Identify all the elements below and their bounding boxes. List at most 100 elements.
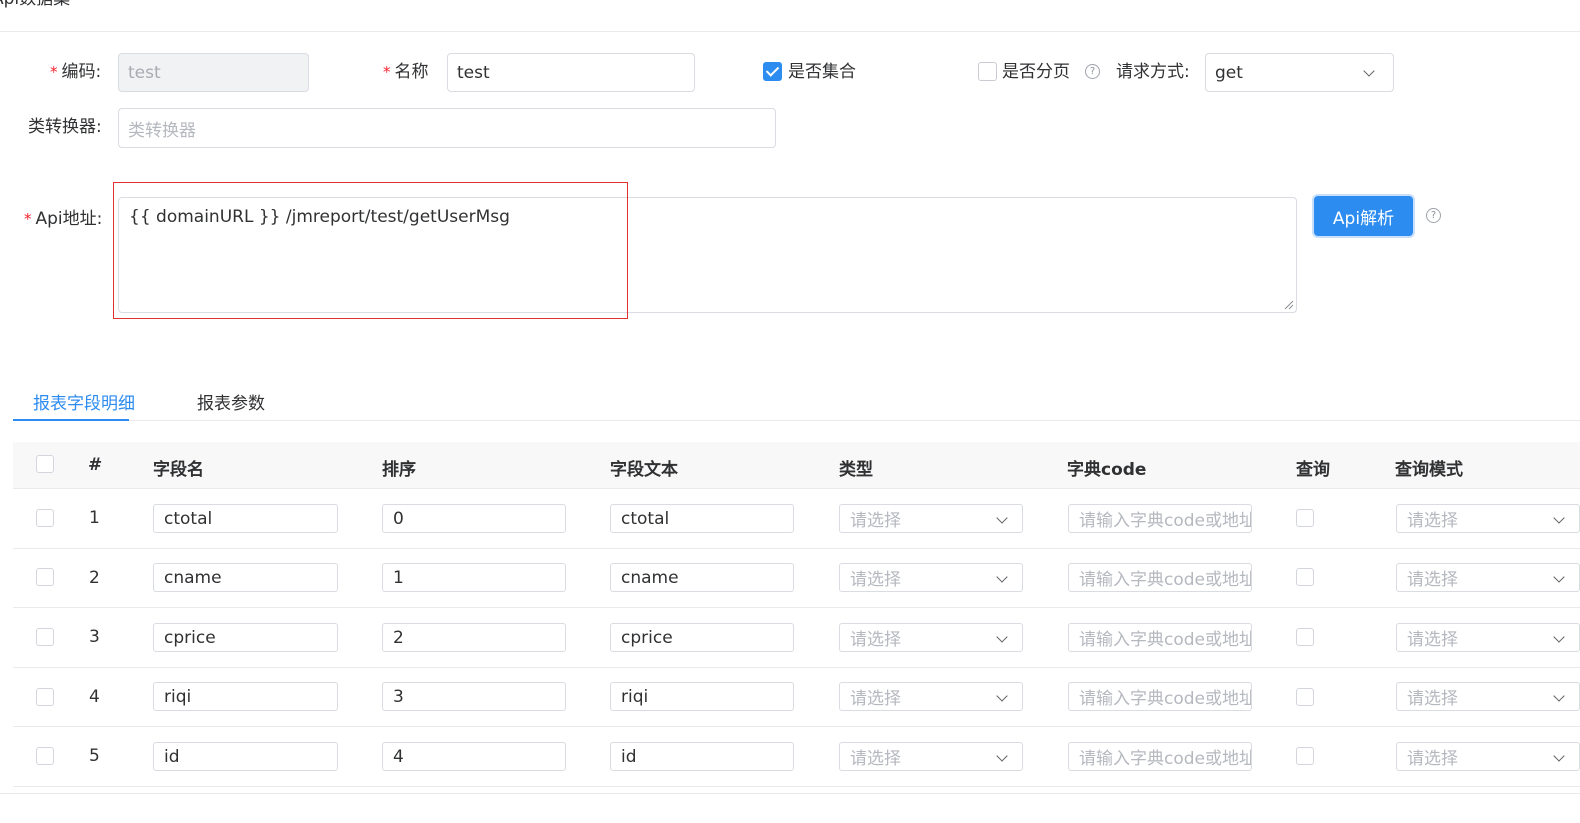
request-method-label: 请求方式: [1116, 62, 1190, 82]
query-mode-select[interactable]: 请选择 [1396, 742, 1580, 771]
help-icon[interactable]: ? [1426, 208, 1441, 223]
row-divider [13, 607, 1580, 608]
column-header: 类型 [839, 460, 873, 480]
column-header: 字典code [1067, 460, 1147, 480]
order-input[interactable]: 3 [382, 682, 566, 711]
query-mode-select[interactable]: 请选择 [1396, 682, 1580, 711]
chevron-down-icon [996, 750, 1008, 762]
converter-input[interactable]: 类转换器 [118, 108, 776, 148]
dict-code-input[interactable]: 请输入字典code或地址 [1068, 682, 1252, 711]
column-header: 查询模式 [1395, 460, 1463, 480]
chevron-down-icon [996, 631, 1008, 643]
name-input[interactable]: test [447, 53, 695, 92]
dict-code-input[interactable]: 请输入字典code或地址 [1068, 563, 1252, 592]
chevron-down-icon [1553, 750, 1565, 762]
query-checkbox[interactable] [1296, 747, 1314, 765]
field-name-input[interactable]: cname [153, 563, 338, 592]
type-select[interactable]: 请选择 [839, 742, 1023, 771]
required-mark: * [50, 63, 58, 81]
request-method-select[interactable]: get [1205, 53, 1394, 92]
column-header: 字段文本 [610, 460, 678, 480]
chevron-down-icon [996, 512, 1008, 524]
converter-label: 类转换器: [28, 117, 102, 137]
row-checkbox[interactable] [36, 628, 54, 646]
row-checkbox[interactable] [36, 688, 54, 706]
query-mode-select[interactable]: 请选择 [1396, 504, 1580, 533]
name-label: * 名称 [383, 62, 429, 82]
column-header: 查询 [1296, 460, 1330, 480]
table-bottom-divider [0, 793, 1580, 794]
field-name-input[interactable]: cprice [153, 623, 338, 652]
column-header: 字段名 [153, 460, 204, 480]
type-select[interactable]: 请选择 [839, 623, 1023, 652]
required-mark: * [24, 210, 32, 228]
code-input[interactable]: test [118, 53, 309, 92]
field-text-input[interactable]: ctotal [610, 504, 794, 533]
resize-handle-icon[interactable] [1284, 300, 1294, 310]
query-mode-select[interactable]: 请选择 [1396, 623, 1580, 652]
help-icon[interactable]: ? [1085, 64, 1100, 79]
query-checkbox[interactable] [1296, 688, 1314, 706]
row-divider [13, 786, 1580, 787]
dict-code-input[interactable]: 请输入字典code或地址 [1068, 742, 1252, 771]
is-collection-checkbox[interactable] [763, 62, 782, 81]
field-text-input[interactable]: cname [610, 563, 794, 592]
select-all-checkbox[interactable] [36, 455, 54, 473]
row-number: 1 [89, 508, 100, 528]
row-checkbox[interactable] [36, 747, 54, 765]
highlight-box [113, 182, 628, 319]
row-checkbox[interactable] [36, 509, 54, 527]
page-title: Api数据集 [0, 0, 70, 9]
field-text-input[interactable]: riqi [610, 682, 794, 711]
tabs-divider [13, 420, 1580, 421]
chevron-down-icon [1553, 690, 1565, 702]
row-number: 3 [89, 627, 100, 647]
tab-field-details[interactable]: 报表字段明细 [33, 389, 135, 414]
dict-code-input[interactable]: 请输入字典code或地址 [1068, 504, 1252, 533]
chevron-down-icon [1553, 512, 1565, 524]
order-input[interactable]: 1 [382, 563, 566, 592]
code-label: * 编码: [50, 62, 102, 82]
request-method-value: get [1215, 62, 1243, 83]
field-text-input[interactable]: cprice [610, 623, 794, 652]
field-name-input[interactable]: id [153, 742, 338, 771]
type-select[interactable]: 请选择 [839, 563, 1023, 592]
row-divider [13, 667, 1580, 668]
column-header: # [88, 455, 103, 475]
converter-placeholder: 类转换器 [128, 120, 196, 141]
row-checkbox[interactable] [36, 568, 54, 586]
field-name-input[interactable]: ctotal [153, 504, 338, 533]
chevron-down-icon [1553, 631, 1565, 643]
order-input[interactable]: 0 [382, 504, 566, 533]
title-divider [0, 31, 1580, 32]
chevron-down-icon [1553, 571, 1565, 583]
chevron-down-icon [1363, 65, 1375, 77]
order-input[interactable]: 2 [382, 623, 566, 652]
field-text-input[interactable]: id [610, 742, 794, 771]
query-checkbox[interactable] [1296, 509, 1314, 527]
dict-code-input[interactable]: 请输入字典code或地址 [1068, 623, 1252, 652]
chevron-down-icon [996, 690, 1008, 702]
tab-active-indicator [13, 419, 129, 421]
row-divider [13, 726, 1580, 727]
api-parse-button[interactable]: Api解析 [1314, 196, 1413, 236]
type-select[interactable]: 请选择 [839, 504, 1023, 533]
chevron-down-icon [996, 571, 1008, 583]
row-number: 4 [89, 687, 100, 707]
is-paged-label: 是否分页 [1002, 62, 1070, 82]
field-name-input[interactable]: riqi [153, 682, 338, 711]
order-input[interactable]: 4 [382, 742, 566, 771]
row-divider [13, 488, 1580, 489]
tab-report-params[interactable]: 报表参数 [197, 389, 265, 414]
required-mark: * [383, 63, 391, 81]
is-paged-checkbox[interactable] [978, 62, 997, 81]
type-select[interactable]: 请选择 [839, 682, 1023, 711]
table-header [13, 442, 1580, 488]
row-divider [13, 548, 1580, 549]
query-mode-select[interactable]: 请选择 [1396, 563, 1580, 592]
is-collection-label: 是否集合 [788, 62, 856, 82]
row-number: 5 [89, 746, 100, 766]
row-number: 2 [89, 568, 100, 588]
query-checkbox[interactable] [1296, 628, 1314, 646]
query-checkbox[interactable] [1296, 568, 1314, 586]
